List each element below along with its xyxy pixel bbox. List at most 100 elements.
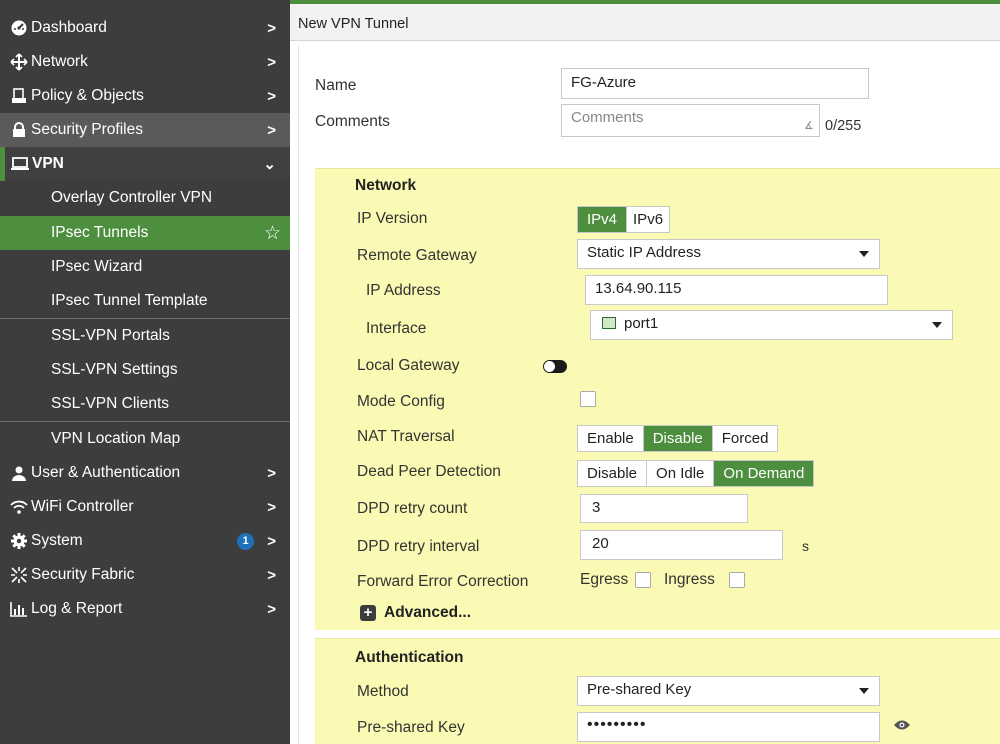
ipv4-option[interactable]: IPv4 — [578, 207, 628, 232]
sidebar-item-ssl-vpn-settings[interactable]: SSL-VPN Settings — [0, 353, 290, 387]
sidebar-item-overlay-controller-vpn[interactable]: Overlay Controller VPN — [0, 181, 290, 215]
remote-gateway-value: Static IP Address — [587, 244, 701, 261]
sidebar-item-label: Policy & Objects — [31, 87, 144, 104]
psk-input[interactable]: ••••••••• — [577, 712, 880, 742]
wifi-icon — [10, 498, 28, 516]
ip-address-label: IP Address — [366, 282, 441, 299]
remote-gateway-select[interactable]: Static IP Address — [577, 239, 880, 269]
fabric-icon — [10, 566, 28, 584]
dpd-label: Dead Peer Detection — [357, 463, 501, 480]
chevron-right-icon: > — [267, 464, 276, 482]
sidebar-item-label: SSL-VPN Settings — [51, 361, 178, 378]
fec-ingress-checkbox[interactable] — [729, 572, 745, 588]
fec-ingress-label: Ingress — [664, 571, 715, 588]
sidebar-item-label: WiFi Controller — [31, 498, 134, 515]
sidebar-item-security-fabric[interactable]: Security Fabric > — [0, 558, 290, 592]
chevron-right-icon: > — [267, 532, 276, 550]
sidebar-item-label: User & Authentication — [31, 464, 181, 481]
method-value: Pre-shared Key — [587, 681, 692, 698]
ip-version-toggle: IPv4 IPv6 — [577, 206, 671, 233]
lock-icon — [10, 121, 28, 139]
sidebar-item-label: Dashboard — [31, 19, 107, 36]
sidebar-item-label: System — [31, 532, 83, 549]
chevron-right-icon: > — [267, 87, 276, 105]
nat-enable-option[interactable]: Enable — [578, 426, 644, 451]
chart-icon — [10, 600, 28, 618]
dropdown-caret-icon — [859, 251, 869, 257]
star-icon[interactable]: ☆ — [264, 222, 281, 245]
advanced-toggle[interactable]: + Advanced... — [360, 604, 471, 622]
eye-icon[interactable] — [894, 718, 910, 735]
sidebar-item-network[interactable]: Network > — [0, 45, 290, 79]
sidebar-item-ipsec-wizard[interactable]: IPsec Wizard — [0, 250, 290, 284]
sidebar-item-security-profiles[interactable]: Security Profiles > — [0, 113, 290, 147]
sidebar-item-wifi-controller[interactable]: WiFi Controller > — [0, 490, 290, 524]
sidebar-item-label: SSL-VPN Clients — [51, 395, 170, 412]
comments-textarea[interactable]: Comments — [561, 104, 820, 137]
local-gateway-label: Local Gateway — [357, 357, 460, 374]
dashboard-icon — [10, 19, 28, 37]
chevron-right-icon: > — [267, 600, 276, 618]
sidebar-item-vpn[interactable]: VPN ⌄ — [0, 147, 290, 181]
sidebar-item-ipsec-tunnels[interactable]: IPsec Tunnels ☆ — [0, 216, 290, 250]
name-label: Name — [315, 77, 357, 94]
comments-label: Comments — [315, 113, 390, 130]
sidebar-item-ssl-vpn-portals[interactable]: SSL-VPN Portals — [0, 319, 290, 353]
ipv6-option[interactable]: IPv6 — [627, 207, 669, 232]
fec-egress-label: Egress — [580, 571, 629, 588]
dpd-retry-interval-input[interactable]: 20 — [580, 530, 783, 560]
advanced-label: Advanced... — [384, 604, 471, 621]
expand-plus-icon: + — [360, 605, 376, 621]
sidebar-item-ssl-vpn-clients[interactable]: SSL-VPN Clients — [0, 387, 290, 421]
dpd-on-demand-option[interactable]: On Demand — [714, 461, 814, 486]
sidebar-item-label: Log & Report — [31, 600, 123, 617]
sidebar: Dashboard > Network > Policy & Objects >… — [0, 0, 290, 744]
network-icon — [10, 53, 28, 71]
sidebar-item-label: SSL-VPN Portals — [51, 327, 170, 344]
sidebar-item-ipsec-tunnel-template[interactable]: IPsec Tunnel Template — [0, 284, 290, 318]
psk-label: Pre-shared Key — [357, 719, 465, 736]
user-icon — [10, 464, 28, 482]
sidebar-item-label: IPsec Wizard — [51, 258, 143, 275]
sidebar-item-log-report[interactable]: Log & Report > — [0, 592, 290, 626]
sidebar-item-label: Overlay Controller VPN — [51, 189, 213, 206]
sidebar-item-label: IPsec Tunnel Template — [51, 292, 208, 309]
gear-icon — [10, 532, 28, 550]
dropdown-caret-icon — [859, 688, 869, 694]
comments-counter: 0/255 — [825, 118, 862, 134]
local-gateway-toggle[interactable] — [543, 360, 567, 373]
nat-traversal-label: NAT Traversal — [357, 428, 455, 445]
nat-disable-option[interactable]: Disable — [643, 426, 713, 451]
fec-label: Forward Error Correction — [357, 573, 529, 590]
dpd-retry-count-input[interactable]: 3 — [580, 494, 748, 523]
dpd-on-idle-option[interactable]: On Idle — [647, 461, 715, 486]
fec-egress-checkbox[interactable] — [635, 572, 651, 588]
dpd-disable-option[interactable]: Disable — [578, 461, 648, 486]
sidebar-item-label: IPsec Tunnels — [51, 224, 149, 241]
sidebar-item-label: VPN — [32, 155, 64, 172]
sidebar-item-label: VPN Location Map — [51, 430, 181, 447]
ip-version-label: IP Version — [357, 210, 428, 227]
sidebar-item-dashboard[interactable]: Dashboard > — [0, 11, 290, 45]
sidebar-item-user-authentication[interactable]: User & Authentication > — [0, 456, 290, 490]
dropdown-caret-icon — [932, 322, 942, 328]
authentication-section-title: Authentication — [355, 649, 464, 666]
mode-config-label: Mode Config — [357, 393, 445, 410]
mode-config-checkbox[interactable] — [580, 391, 596, 407]
method-select[interactable]: Pre-shared Key — [577, 676, 880, 706]
resize-handle-icon: ∡ — [804, 120, 814, 132]
dpd-retry-interval-label: DPD retry interval — [357, 538, 480, 555]
chevron-right-icon: > — [267, 19, 276, 37]
sidebar-item-label: Security Profiles — [31, 121, 143, 138]
remote-gateway-label: Remote Gateway — [357, 247, 477, 264]
page-title: New VPN Tunnel — [298, 16, 409, 32]
nat-forced-option[interactable]: Forced — [713, 426, 778, 451]
interface-select[interactable]: port1 — [590, 310, 953, 340]
sidebar-item-policy-objects[interactable]: Policy & Objects > — [0, 79, 290, 113]
name-input[interactable]: FG-Azure — [561, 68, 869, 99]
chevron-down-icon: ⌄ — [263, 156, 276, 173]
sidebar-item-vpn-location-map[interactable]: VPN Location Map — [0, 422, 290, 456]
chevron-right-icon: > — [267, 121, 276, 139]
ip-address-input[interactable]: 13.64.90.115 — [585, 275, 888, 305]
sidebar-item-system[interactable]: System 1 > — [0, 524, 290, 558]
